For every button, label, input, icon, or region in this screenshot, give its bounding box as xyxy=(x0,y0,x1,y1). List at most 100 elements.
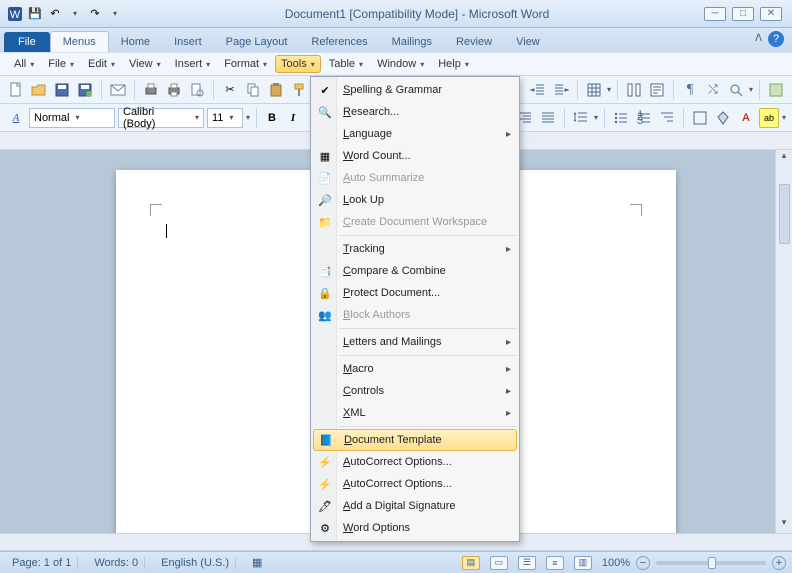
status-language[interactable]: English (U.S.) xyxy=(155,557,236,569)
line-spacing-icon[interactable] xyxy=(571,108,591,128)
zoom-slider[interactable] xyxy=(656,561,766,565)
view-print-layout-icon[interactable]: ▤ xyxy=(462,556,480,570)
sort-icon[interactable]: ⤭ xyxy=(703,80,723,100)
zoom-in-button[interactable]: + xyxy=(772,556,786,570)
highlight-icon[interactable]: ab xyxy=(759,108,779,128)
tab-menus[interactable]: Menus xyxy=(50,31,109,52)
dropdown-item-word-options[interactable]: ⚙Word Options xyxy=(311,517,519,539)
paragraph-mark-icon[interactable]: ¶ xyxy=(680,80,700,100)
dropdown-item-document-template[interactable]: 📘Document Template xyxy=(313,429,517,451)
table-caret[interactable]: ▾ xyxy=(607,85,611,94)
tab-mailings[interactable]: Mailings xyxy=(380,32,444,52)
format-painter-icon[interactable] xyxy=(289,80,309,100)
borders-icon[interactable] xyxy=(690,108,710,128)
qat-redo-icon[interactable]: ↷ xyxy=(86,5,104,23)
tab-view[interactable]: View xyxy=(504,32,552,52)
dropdown-item-add-a-digital-signature[interactable]: 🖊Add a Digital Signature xyxy=(311,495,519,517)
dropdown-item-xml[interactable]: XML xyxy=(311,402,519,424)
scroll-down-arrow[interactable]: ▾ xyxy=(776,517,792,533)
new-doc-icon[interactable] xyxy=(6,80,26,100)
grow-shrink-caret[interactable]: ▾ xyxy=(246,113,250,122)
dropdown-item-autocorrect-options[interactable]: ⚡AutoCorrect Options... xyxy=(311,451,519,473)
italic-button[interactable]: I xyxy=(284,109,302,127)
menu-window[interactable]: Window▾ xyxy=(371,55,430,73)
view-full-screen-icon[interactable]: ▭ xyxy=(490,556,508,570)
close-button[interactable]: ✕ xyxy=(760,7,782,21)
dropdown-item-autocorrect-options[interactable]: ⚡AutoCorrect Options... xyxy=(311,473,519,495)
save-icon[interactable] xyxy=(52,80,72,100)
dropdown-item-research[interactable]: 🔍Research... xyxy=(311,101,519,123)
save-as-icon[interactable] xyxy=(75,80,95,100)
zoom-value[interactable]: 100% xyxy=(602,557,630,569)
tab-page-layout[interactable]: Page Layout xyxy=(214,32,300,52)
copy-icon[interactable] xyxy=(243,80,263,100)
tab-references[interactable]: References xyxy=(299,32,379,52)
outdent-icon[interactable] xyxy=(528,80,548,100)
vertical-scrollbar[interactable]: ▴ ▾ xyxy=(775,150,792,533)
dropdown-item-spelling-grammar[interactable]: ✔Spelling & Grammar xyxy=(311,79,519,101)
menu-help[interactable]: Help▾ xyxy=(432,55,475,73)
print-preview-icon[interactable] xyxy=(187,80,207,100)
dropdown-item-letters-and-mailings[interactable]: Letters and Mailings xyxy=(311,331,519,353)
indent-icon[interactable] xyxy=(551,80,571,100)
zoom-slider-knob[interactable] xyxy=(708,557,716,569)
qat-undo-icon[interactable]: ↶ xyxy=(46,5,64,23)
tab-home[interactable]: Home xyxy=(109,32,162,52)
zoom-out-button[interactable]: − xyxy=(636,556,650,570)
cut-icon[interactable]: ✂ xyxy=(220,80,240,100)
justify-icon[interactable] xyxy=(538,108,558,128)
qat-undo-caret[interactable]: ▾ xyxy=(66,5,84,23)
numbering-icon[interactable]: 123 xyxy=(634,108,654,128)
help-icon[interactable]: ? xyxy=(768,31,784,47)
menu-format[interactable]: Format▾ xyxy=(218,55,273,73)
dropdown-item-protect-document[interactable]: 🔒Protect Document... xyxy=(311,282,519,304)
tab-review[interactable]: Review xyxy=(444,32,504,52)
minimize-button[interactable]: ─ xyxy=(704,7,726,21)
style-icon[interactable] xyxy=(766,80,786,100)
doc-map-icon[interactable] xyxy=(647,80,667,100)
dropdown-item-controls[interactable]: Controls xyxy=(311,380,519,402)
dropdown-item-language[interactable]: Language xyxy=(311,123,519,145)
tab-insert[interactable]: Insert xyxy=(162,32,214,52)
status-macro-icon[interactable]: ▦ xyxy=(246,556,268,569)
table-icon[interactable] xyxy=(584,80,604,100)
dropdown-item-look-up[interactable]: 🔎Look Up xyxy=(311,189,519,211)
dropdown-item-macro[interactable]: Macro xyxy=(311,358,519,380)
style-combo[interactable]: Normal▾ xyxy=(29,108,115,128)
menu-insert[interactable]: Insert▾ xyxy=(169,55,217,73)
find-icon[interactable] xyxy=(726,80,746,100)
status-page[interactable]: Page: 1 of 1 xyxy=(6,557,78,569)
font-color-indicator[interactable]: A xyxy=(6,108,26,128)
size-combo[interactable]: 11▾ xyxy=(207,108,243,128)
menu-file[interactable]: File▾ xyxy=(42,55,80,73)
find-caret[interactable]: ▾ xyxy=(749,85,753,94)
menu-view[interactable]: View▾ xyxy=(123,55,167,73)
paste-icon[interactable] xyxy=(266,80,286,100)
scroll-thumb[interactable] xyxy=(779,184,790,244)
menu-table[interactable]: Table▾ xyxy=(323,55,369,73)
shading-icon[interactable] xyxy=(713,108,733,128)
collapse-ribbon-icon[interactable]: ᐱ xyxy=(755,33,762,44)
print-icon[interactable] xyxy=(164,80,184,100)
menu-tools[interactable]: Tools▾ xyxy=(275,55,321,73)
scroll-up-arrow[interactable]: ▴ xyxy=(776,150,792,166)
maximize-button[interactable]: □ xyxy=(732,7,754,21)
menu-all[interactable]: All▾ xyxy=(8,55,40,73)
dropdown-item-word-count[interactable]: ▦Word Count... xyxy=(311,145,519,167)
dropdown-item-compare-combine[interactable]: 📑Compare & Combine xyxy=(311,260,519,282)
highlight-caret[interactable]: ▾ xyxy=(782,113,786,122)
view-web-layout-icon[interactable]: ☰ xyxy=(518,556,536,570)
dropdown-item-tracking[interactable]: Tracking xyxy=(311,238,519,260)
status-words[interactable]: Words: 0 xyxy=(88,557,145,569)
tab-file[interactable]: File xyxy=(4,32,50,52)
bold-button[interactable]: B xyxy=(263,109,281,127)
line-spacing-caret[interactable]: ▾ xyxy=(594,113,598,122)
font-color-icon[interactable]: A xyxy=(736,108,756,128)
qat-save-icon[interactable]: 💾 xyxy=(26,5,44,23)
qat-customize-caret[interactable]: ▾ xyxy=(106,5,124,23)
open-icon[interactable] xyxy=(29,80,49,100)
view-outline-icon[interactable]: ≡ xyxy=(546,556,564,570)
quick-print-icon[interactable] xyxy=(141,80,161,100)
columns-icon[interactable] xyxy=(624,80,644,100)
menu-edit[interactable]: Edit▾ xyxy=(82,55,121,73)
